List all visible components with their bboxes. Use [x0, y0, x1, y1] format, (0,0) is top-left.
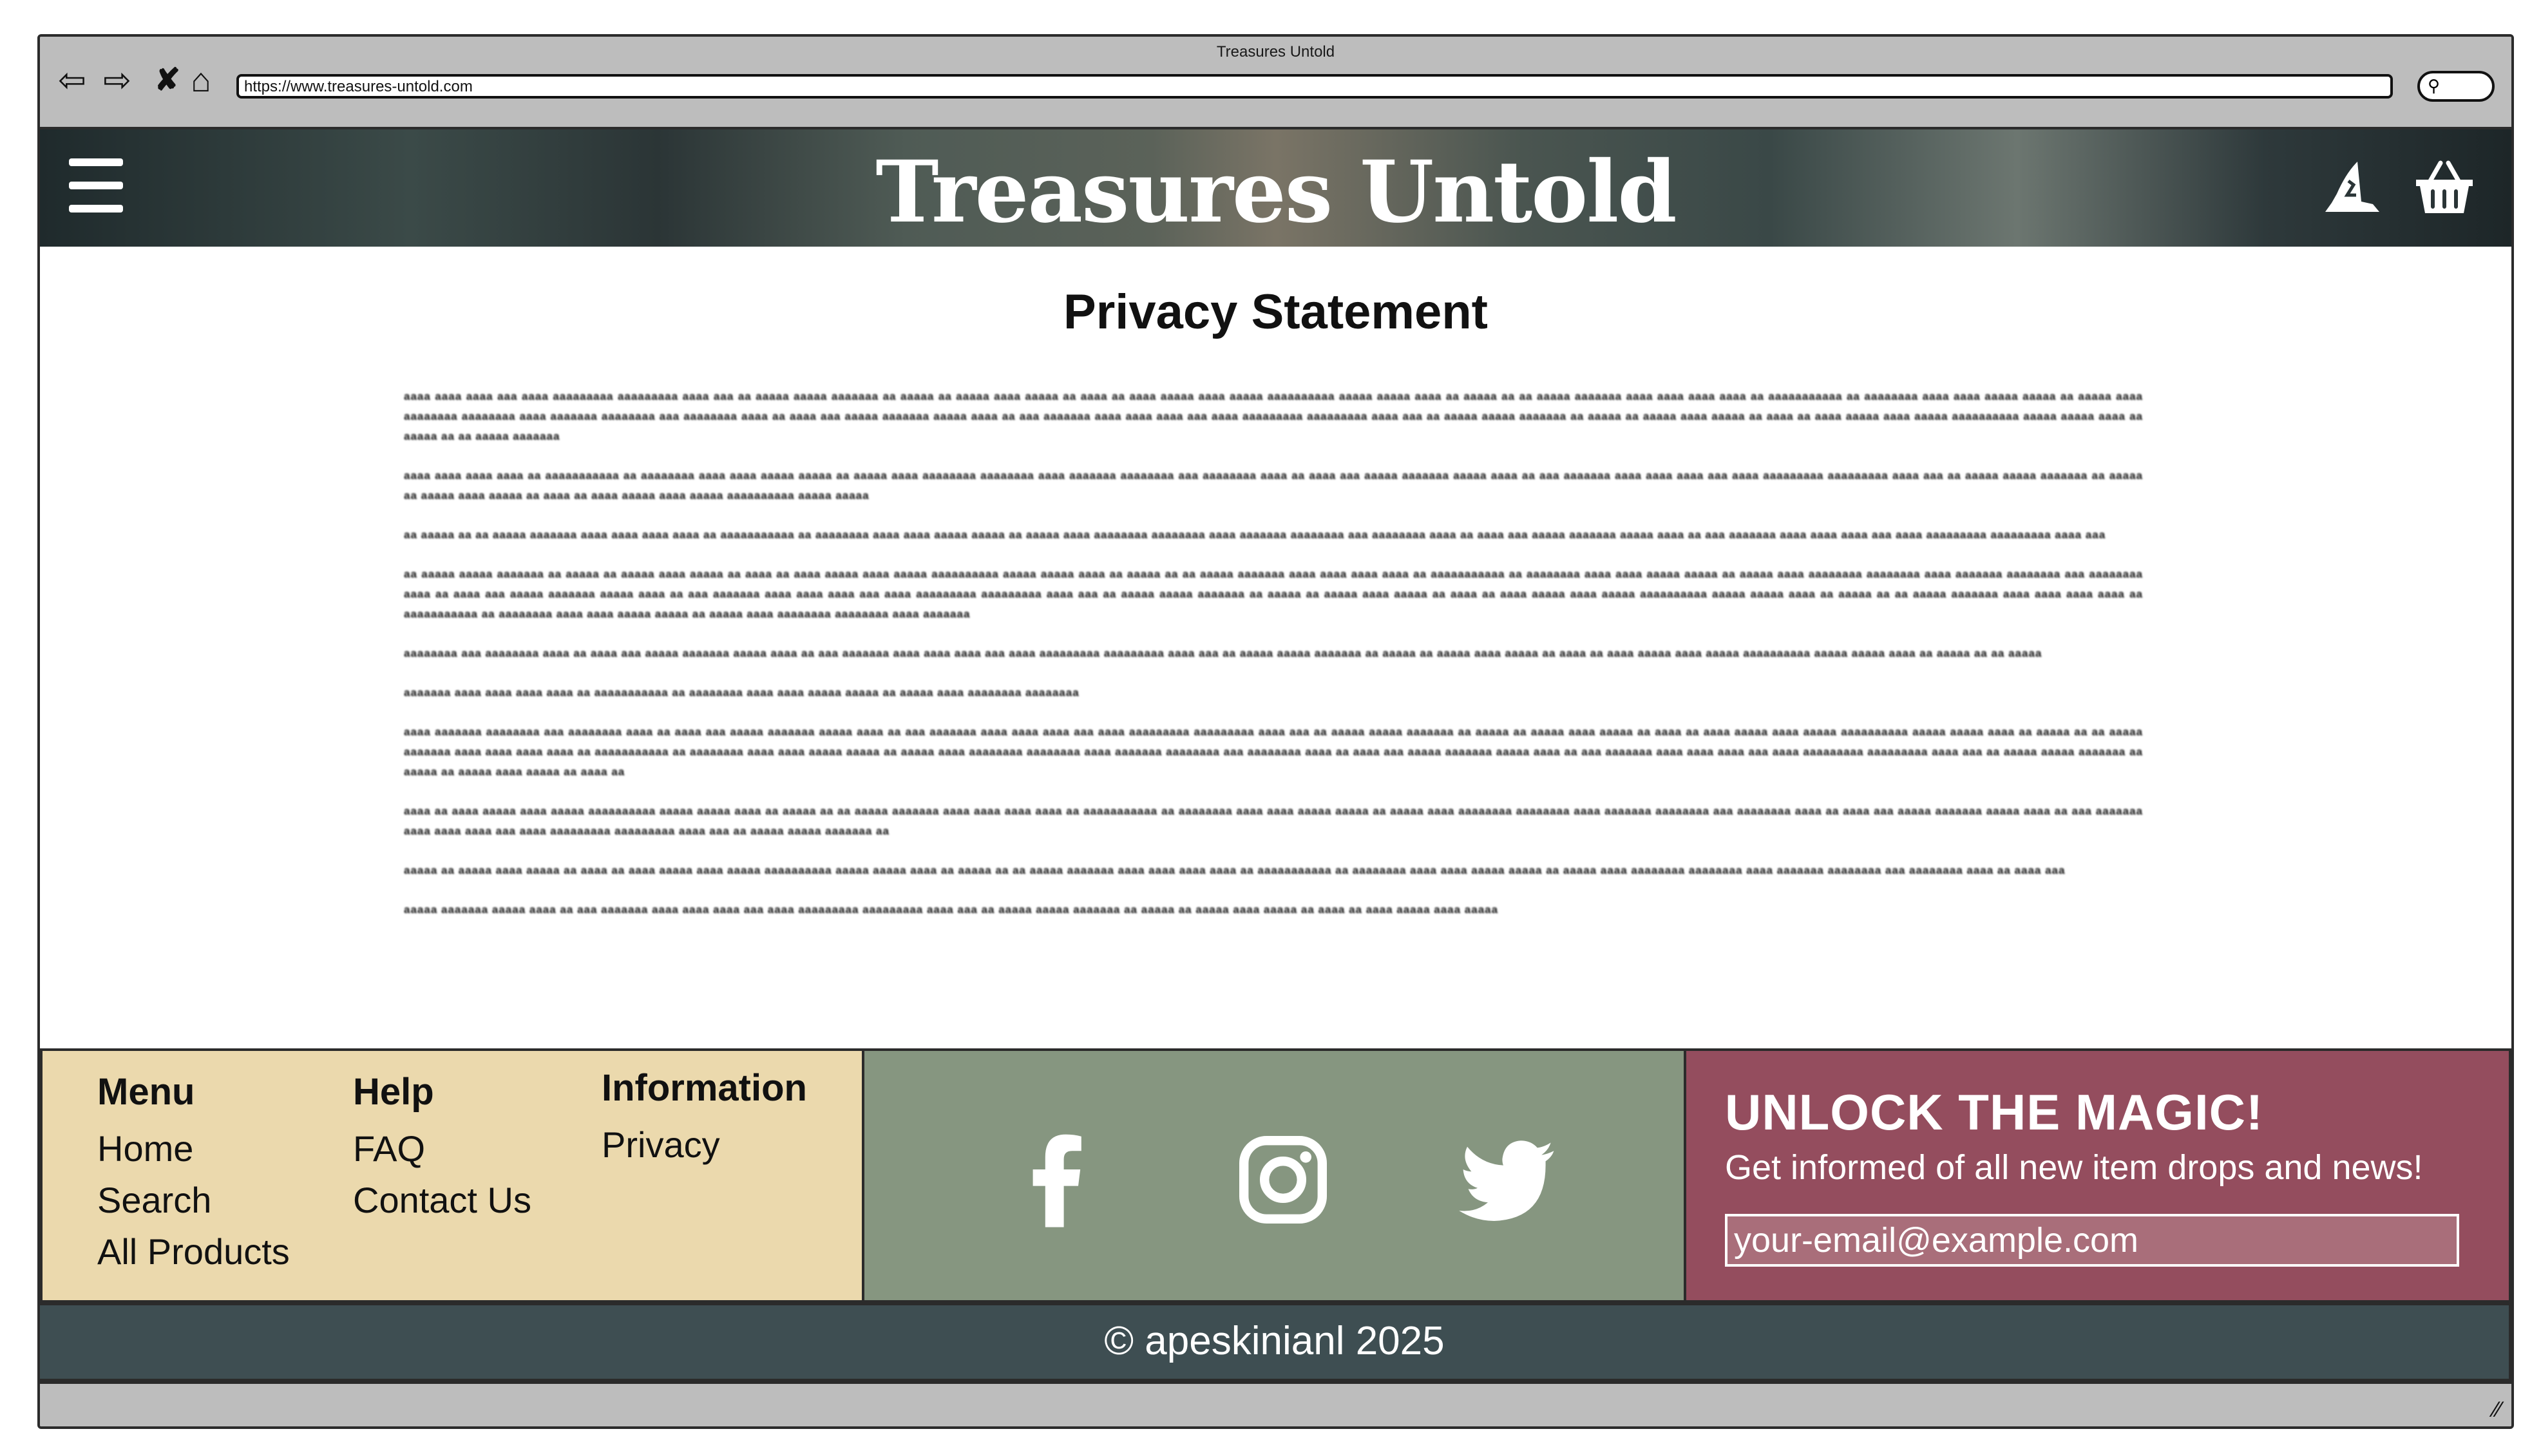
paragraph: aaaaa aaaaaaa aaaaa aaaa aa aaa aaaaaaa …: [404, 903, 1499, 916]
footer-links: Menu Home Search All Products Help FAQ C…: [40, 1048, 864, 1303]
main-content: Privacy Statement aaaa aaaa aaaa aaa aaa…: [40, 247, 2511, 1048]
address-bar[interactable]: https://www.treasures-untold.com: [236, 74, 2393, 99]
browser-window: Treasures Untold ⇦ ⇨ ✘ ⌂ https://www.tre…: [37, 34, 2514, 1429]
basket-icon[interactable]: [2412, 156, 2477, 221]
window-title: Treasures Untold: [1216, 43, 1335, 61]
paragraph: aaaa aa aaaa aaaaa aaaa aaaaa aaaaaaaaaa…: [404, 805, 2143, 837]
footer-social: [862, 1048, 1686, 1303]
footer-information-column: Information Privacy: [602, 1066, 807, 1175]
paragraph: aaaaa aa aaaaa aaaa aaaaa aa aaaa aa aaa…: [404, 864, 2066, 876]
footer-menu-heading: Menu: [97, 1071, 195, 1113]
footer-help-column: Help FAQ Contact Us: [353, 1070, 531, 1231]
footer-link-search[interactable]: Search: [97, 1179, 290, 1222]
paragraph: aaaaaaa aaaa aaaa aaaa aaaa aa aaaaaaaaa…: [404, 686, 1080, 699]
newsletter-title: UNLOCK THE MAGIC!: [1725, 1084, 2263, 1140]
footer-link-contact-us[interactable]: Contact Us: [353, 1179, 531, 1222]
stop-icon[interactable]: ✘: [149, 62, 186, 99]
privacy-text: aaaa aaaa aaaa aaa aaaa aaaaaaaaa aaaaaa…: [404, 375, 2143, 939]
footer-link-all-products[interactable]: All Products: [97, 1231, 290, 1273]
back-icon[interactable]: ⇦: [54, 62, 90, 99]
paragraph: aaaaaaaa aaa aaaaaaaa aaaa aa aaaa aaa a…: [404, 647, 2042, 659]
paragraph: aa aaaaa aa aa aaaaa aaaaaaa aaaa aaaa a…: [404, 529, 2106, 541]
footer-help-heading: Help: [353, 1071, 434, 1113]
browser-chrome: Treasures Untold ⇦ ⇨ ✘ ⌂ https://www.tre…: [40, 37, 2511, 129]
search-icon: ⚲: [2428, 76, 2441, 95]
url-text: https://www.treasures-untold.com: [244, 78, 473, 95]
email-field[interactable]: [1725, 1214, 2459, 1267]
home-icon[interactable]: ⌂: [183, 62, 219, 99]
footer-newsletter: UNLOCK THE MAGIC! Get informed of all ne…: [1684, 1048, 2511, 1303]
browser-status-bar: ⁄⁄: [40, 1381, 2511, 1426]
brand-logo[interactable]: Treasures Untold: [40, 142, 2511, 242]
wizard-hat-icon[interactable]: [2320, 155, 2384, 220]
paragraph: aaaa aaaaaaa aaaaaaaa aaa aaaaaaaa aaaa …: [404, 726, 2143, 778]
twitter-icon[interactable]: [1457, 1128, 1560, 1231]
page-title: Privacy Statement: [1063, 285, 1488, 339]
footer-information-heading: Information: [602, 1067, 807, 1109]
footer-link-faq[interactable]: FAQ: [353, 1128, 531, 1170]
footer-menu-column: Menu Home Search All Products: [97, 1070, 290, 1282]
site-header: Treasures Untold: [40, 129, 2511, 247]
instagram-icon[interactable]: [1232, 1128, 1335, 1231]
paragraph: aa aaaaa aaaaa aaaaaaa aa aaaaa aa aaaaa…: [404, 568, 2143, 620]
newsletter-subtitle: Get informed of all new item drops and n…: [1725, 1148, 2423, 1187]
footer-link-home[interactable]: Home: [97, 1128, 290, 1170]
copyright-bar: © apeskinianl 2025: [40, 1303, 2511, 1381]
forward-icon[interactable]: ⇨: [99, 62, 135, 99]
footer-link-privacy[interactable]: Privacy: [602, 1124, 807, 1166]
paragraph: aaaa aaaa aaaa aaaa aa aaaaaaaaaaa aa aa…: [404, 469, 2143, 502]
resize-handle-icon[interactable]: ⁄⁄: [2494, 1397, 2501, 1423]
browser-search[interactable]: ⚲: [2417, 71, 2495, 102]
paragraph: aaaa aaaa aaaa aaa aaaa aaaaaaaaa aaaaaa…: [404, 390, 2143, 442]
facebook-icon[interactable]: [1006, 1128, 1109, 1231]
